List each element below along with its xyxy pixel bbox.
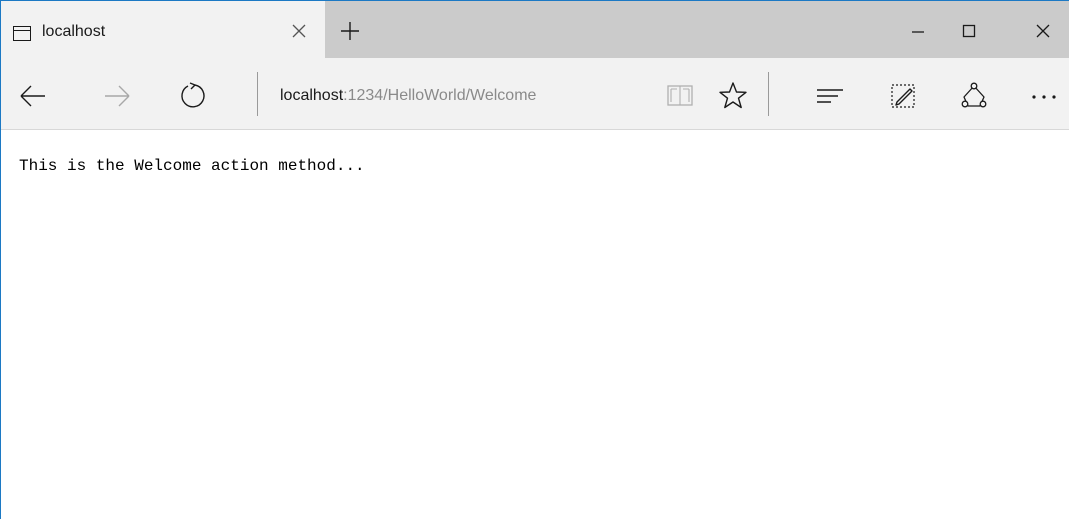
plus-icon[interactable] [337,18,363,44]
more-icon[interactable] [1028,80,1060,112]
toolbar-divider [257,72,258,116]
window-close-icon[interactable] [1031,19,1055,43]
minimize-icon[interactable] [906,19,930,43]
address-toolbar: localhost:1234/HelloWorld/Welcome [1,58,1069,130]
tab-close-icon[interactable] [287,19,311,43]
share-icon[interactable] [958,80,990,112]
forward-arrow-icon[interactable] [101,80,133,112]
page-content: This is the Welcome action method... [1,131,1069,519]
address-bar[interactable]: localhost:1234/HelloWorld/Welcome [280,85,536,107]
toolbar-divider-2 [768,72,769,116]
maximize-icon[interactable] [957,19,981,43]
pen-note-icon[interactable] [887,80,919,112]
tab-strip: localhost [1,1,1069,58]
back-arrow-icon[interactable] [17,80,49,112]
page-text: This is the Welcome action method... [19,157,365,175]
page-icon [13,26,31,41]
star-icon[interactable] [717,80,749,112]
refresh-icon[interactable] [178,80,210,112]
hub-icon[interactable] [814,80,846,112]
book-icon[interactable] [664,80,696,112]
address-path: :1234/HelloWorld/Welcome [343,87,537,104]
browser-window: localhost localhost:1234/HelloWorld/Welc… [0,0,1069,519]
address-host: localhost [280,87,344,104]
tab-localhost[interactable]: localhost [1,1,325,58]
tab-title: localhost [42,23,106,40]
